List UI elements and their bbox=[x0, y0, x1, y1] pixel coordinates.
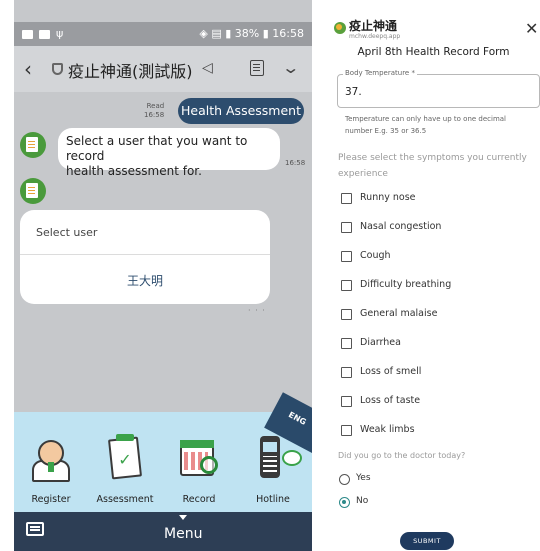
note-icon[interactable] bbox=[250, 60, 264, 76]
radio-button[interactable] bbox=[339, 474, 350, 485]
user-message-bubble: Health Assessment bbox=[178, 98, 304, 124]
shield-icon bbox=[52, 63, 63, 75]
chat-header: ‹ 疫止神通(測試版) ◁ ⌄ bbox=[14, 46, 312, 92]
temperature-help-text: Temperature can only have up to one deci… bbox=[345, 115, 507, 135]
symptom-label: Weak limbs bbox=[360, 424, 415, 435]
card-label: Select user bbox=[36, 226, 98, 239]
submit-button[interactable]: SUBMIT bbox=[400, 532, 454, 550]
clock: 16:58 bbox=[272, 27, 304, 40]
notification-icons: ψ bbox=[22, 27, 67, 40]
menu-item-label: Record bbox=[182, 494, 216, 505]
checkbox[interactable] bbox=[341, 309, 352, 320]
close-icon[interactable]: ✕ bbox=[525, 19, 538, 38]
symptom-label: Loss of taste bbox=[360, 395, 421, 406]
checkbox[interactable] bbox=[341, 425, 352, 436]
menu-item-record[interactable]: Record bbox=[162, 412, 236, 512]
menu-item-assessment[interactable]: ✓ Assessment bbox=[88, 412, 162, 512]
form-title: April 8th Health Record Form bbox=[357, 46, 510, 58]
status-bar: ψ ◈ ▤ ▮ 38% ▮ 16:58 bbox=[14, 22, 312, 46]
checkbox[interactable] bbox=[341, 338, 352, 349]
checkbox[interactable] bbox=[341, 396, 352, 407]
battery-level: 38% bbox=[234, 27, 260, 40]
speaker-mute-icon: ◁ bbox=[202, 60, 213, 76]
symptom-label: Nasal congestion bbox=[360, 221, 442, 232]
bot-message-bubble: Select a user that you want to record he… bbox=[58, 128, 280, 178]
menu-item-label: Hotline bbox=[256, 494, 290, 505]
card-divider bbox=[20, 254, 270, 255]
menu-item-label: Register bbox=[31, 494, 71, 505]
radio-label: Yes bbox=[356, 473, 371, 483]
symptom-label: Difficulty breathing bbox=[360, 279, 452, 290]
app-logo-icon bbox=[334, 22, 346, 34]
checkbox[interactable] bbox=[341, 222, 352, 233]
radio-button[interactable] bbox=[339, 497, 350, 508]
app-url: mchw.deepq.app bbox=[349, 33, 401, 40]
status-right: ◈ ▤ ▮ 38% ▮ 16:58 bbox=[199, 27, 304, 40]
checkbox[interactable] bbox=[341, 367, 352, 378]
health-form-screen: 疫止神通 mchw.deepq.app ✕ April 8th Health R… bbox=[327, 0, 540, 551]
checkbox[interactable] bbox=[341, 193, 352, 204]
bot-message-line1: Select a user that you want to record bbox=[66, 134, 248, 163]
checkbox[interactable] bbox=[341, 280, 352, 291]
read-receipt: Read 16:58 bbox=[144, 102, 164, 120]
radio-label: No bbox=[356, 496, 369, 506]
bottom-bar: Menu bbox=[14, 512, 312, 551]
symptom-label: Diarrhea bbox=[360, 337, 401, 348]
chat-screen: ψ ◈ ▤ ▮ 38% ▮ 16:58 ‹ 疫止神通(測試版) ◁ ⌄ Read… bbox=[14, 0, 312, 551]
chat-title: 疫止神通(測試版) bbox=[68, 62, 193, 81]
bot-avatar bbox=[20, 178, 46, 204]
back-arrow-icon[interactable]: ‹ bbox=[24, 57, 32, 81]
menu-item-register[interactable]: Register bbox=[14, 412, 88, 512]
doctor-question: Did you go to the doctor today? bbox=[338, 451, 466, 460]
checkbox[interactable] bbox=[341, 251, 352, 262]
bot-message-line2: health assessment for. bbox=[66, 164, 202, 178]
symptom-label: General malaise bbox=[360, 308, 438, 319]
menu-toggle-button[interactable]: Menu bbox=[164, 526, 202, 542]
read-label: Read bbox=[146, 102, 165, 110]
body-temperature-value[interactable]: 37. bbox=[345, 86, 362, 98]
body-temperature-field[interactable] bbox=[337, 74, 540, 108]
symptom-prompt: Please select the symptoms you currently… bbox=[338, 153, 527, 179]
chevron-down-icon[interactable]: ⌄ bbox=[281, 58, 300, 77]
symptom-label: Cough bbox=[360, 250, 391, 261]
more-dots: · · · bbox=[248, 306, 266, 315]
bot-avatar bbox=[20, 132, 46, 158]
caret-down-icon bbox=[179, 515, 187, 520]
keyboard-icon[interactable] bbox=[26, 522, 44, 536]
menu-item-label: Assessment bbox=[96, 494, 154, 505]
user-option-button[interactable]: 王大明 bbox=[20, 272, 270, 289]
app-name: 疫止神通 bbox=[349, 19, 398, 33]
symptom-label: Runny nose bbox=[360, 192, 416, 203]
select-user-card: Select user 王大明 bbox=[20, 210, 270, 304]
body-temperature-label: Body Temperature * bbox=[343, 69, 417, 77]
symptom-label: Loss of smell bbox=[360, 366, 422, 377]
bot-message-time: 16:58 bbox=[285, 159, 306, 167]
read-time: 16:58 bbox=[144, 111, 165, 119]
